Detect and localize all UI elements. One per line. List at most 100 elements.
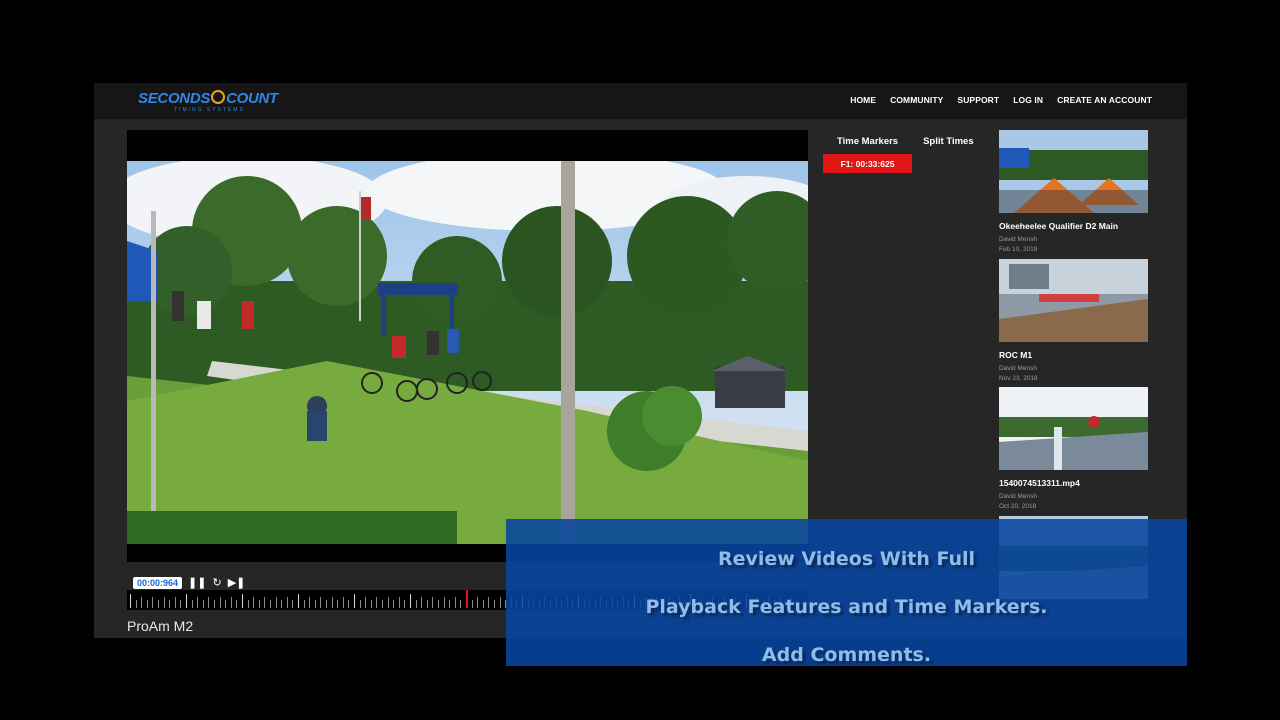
timeline-tick [292, 600, 294, 608]
video-card[interactable]: 1540074513311.mp4 David Mensh Oct 20, 20… [999, 387, 1148, 510]
video-card-author: David Mensh [999, 493, 1037, 500]
timeline-tick [208, 597, 210, 608]
caption-line-1: Review Videos With Full [717, 548, 976, 570]
video-card-title[interactable]: 1540074513311.mp4 [999, 478, 1148, 488]
timeline-tick [432, 597, 434, 608]
thumbnail-image [999, 387, 1148, 470]
timeline-tick [365, 597, 367, 608]
time-marker-button[interactable]: F1: 00:33:625 [823, 154, 912, 173]
timeline-tick [415, 600, 417, 608]
timeline-tick [438, 600, 439, 608]
timeline-tick [454, 597, 456, 608]
timeline-tick [370, 600, 372, 608]
timeline-tick [174, 597, 176, 608]
thumbnail-image [999, 259, 1148, 342]
caption-line-2: Playback Features and Time Markers. [645, 596, 1048, 618]
video-card-date: Feb 10, 2019 [999, 246, 1038, 253]
pause-icon[interactable]: ❚❚ [188, 576, 206, 589]
timeline-tick [337, 600, 339, 608]
tab-split-times[interactable]: Split Times [923, 136, 974, 147]
logo-text-left: SECONDS [138, 90, 211, 107]
video-card-title[interactable]: Okeeheelee Qualifier D2 Main [999, 221, 1148, 231]
timeline-tick [298, 594, 299, 608]
video-thumbnail[interactable] [999, 387, 1148, 470]
timeline-tick [242, 594, 243, 608]
timeline-tick [326, 600, 327, 608]
video-card-date: Oct 20, 2018 [999, 503, 1037, 510]
timeline-tick [499, 597, 501, 608]
timeline-tick [141, 597, 143, 608]
nav-community[interactable]: COMMUNITY [890, 95, 943, 105]
timeline-tick [393, 600, 395, 608]
skip-next-icon[interactable]: ▶❚ [228, 576, 246, 589]
timeline-tick [281, 600, 283, 608]
timeline-tick [387, 597, 389, 608]
caption-line-3: Add Comments. [761, 644, 932, 666]
timeline-tick [186, 594, 187, 608]
timeline-tick [477, 597, 479, 608]
video-card-author: David Mensh [999, 236, 1037, 243]
timeline-tick [488, 597, 490, 608]
video-card[interactable]: ROC M1 David Mensh Nov 23, 2018 [999, 259, 1148, 382]
timeline-tick [191, 600, 193, 608]
timeline-tick [303, 600, 305, 608]
timeline-tick [169, 600, 171, 608]
bmx-track-scene [127, 161, 808, 544]
timeline-tick [146, 600, 148, 608]
video-title: ProAm M2 [127, 618, 194, 634]
timeline-tick [130, 594, 131, 608]
logo-text-right: COUNT [226, 90, 278, 107]
timeline-tick [286, 597, 288, 608]
timeline-tick [214, 600, 215, 608]
stopwatch-icon [211, 90, 226, 104]
timeline-tick [449, 600, 451, 608]
nav-create-account[interactable]: CREATE AN ACCOUNT [1057, 95, 1152, 105]
nav-support[interactable]: SUPPORT [957, 95, 999, 105]
timeline-tick [253, 597, 255, 608]
video-player[interactable]: 00:00:964 ❚❚ ↻ ▶❚ [127, 130, 808, 589]
timeline-tick [264, 597, 266, 608]
top-navbar: SECONDS COUNT TIMING SYSTEMS HOME COMMUNI… [94, 83, 1187, 119]
current-time: 00:00:964 [133, 576, 183, 589]
nav-login[interactable]: LOG IN [1013, 95, 1043, 105]
timeline-tick [270, 600, 271, 608]
video-card-author: David Mensh [999, 365, 1037, 372]
timeline-tick [342, 597, 344, 608]
timeline-tick [494, 600, 495, 608]
timeline-tick [202, 600, 204, 608]
timeline-tick [410, 594, 411, 608]
video-card-title[interactable]: ROC M1 [999, 350, 1148, 360]
main-nav: HOME COMMUNITY SUPPORT LOG IN CREATE AN … [850, 95, 1152, 105]
brand-logo[interactable]: SECONDS COUNT [138, 90, 278, 107]
timeline-tick [158, 600, 159, 608]
timeline-tick [258, 600, 260, 608]
timeline-tick [152, 597, 154, 608]
timeline-tick [180, 600, 182, 608]
video-frame[interactable] [127, 161, 808, 544]
timeline-tick [197, 597, 199, 608]
logo-tagline: TIMING SYSTEMS [174, 107, 245, 113]
timeline-tick [219, 597, 221, 608]
timeline-playhead[interactable] [466, 590, 468, 608]
replay-icon[interactable]: ↻ [212, 576, 221, 589]
nav-home[interactable]: HOME [850, 95, 876, 105]
video-thumbnail[interactable] [999, 259, 1148, 342]
tab-time-markers[interactable]: Time Markers [837, 136, 898, 147]
video-thumbnail[interactable] [999, 130, 1148, 213]
player-controls: 00:00:964 ❚❚ ↻ ▶❚ [133, 576, 245, 589]
timeline-tick [230, 597, 232, 608]
video-card-date: Nov 23, 2018 [999, 375, 1038, 382]
side-tabs: Time Markers Split Times [837, 136, 974, 147]
timeline-tick [398, 597, 400, 608]
timeline-tick [320, 597, 322, 608]
timeline-tick [426, 600, 428, 608]
timeline-tick [421, 597, 423, 608]
timeline-tick [309, 597, 311, 608]
video-card[interactable]: Okeeheelee Qualifier D2 Main David Mensh… [999, 130, 1148, 253]
timeline-tick [376, 597, 378, 608]
timeline-tick [482, 600, 484, 608]
timeline-tick [135, 600, 137, 608]
timeline-tick [359, 600, 361, 608]
timeline-tick [236, 600, 238, 608]
timeline-tick [331, 597, 333, 608]
